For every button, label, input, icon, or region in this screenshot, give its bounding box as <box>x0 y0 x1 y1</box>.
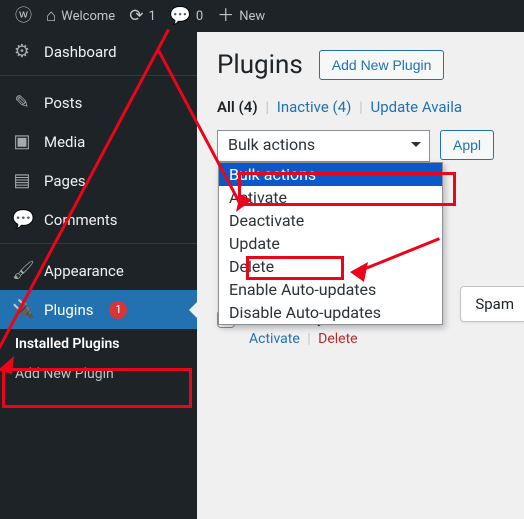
sidebar-sub-installed-plugins[interactable]: Installed Plugins <box>0 329 197 359</box>
page-title: Plugins <box>217 50 303 80</box>
plugin-delete-link[interactable]: Delete <box>318 331 357 347</box>
sidebar-item-label: Appearance <box>44 262 124 280</box>
sidebar-item-label: Pages <box>44 172 86 190</box>
sidebar-item-posts[interactable]: ✎ Posts <box>0 83 197 122</box>
separator <box>0 75 197 83</box>
sidebar-item-label: Posts <box>44 94 82 112</box>
comment-icon: 💬 <box>170 8 191 25</box>
updates-indicator[interactable]: ⟳ 1 <box>122 0 163 32</box>
wp-logo[interactable]: ⓦ <box>8 0 39 32</box>
bulk-option-enable-auto-updates[interactable]: Enable Auto-updates <box>219 278 442 301</box>
bulk-option-activate[interactable]: Activate <box>219 186 442 209</box>
filter-inactive[interactable]: Inactive (4) <box>277 98 352 116</box>
bulk-option-delete[interactable]: Delete <box>219 255 442 278</box>
pages-icon: ▤ <box>12 170 32 191</box>
pin-icon: ✎ <box>12 92 32 113</box>
sidebar-item-appearance[interactable]: 🖌 Appearance <box>0 251 197 290</box>
dashboard-icon: ⚙ <box>12 41 32 62</box>
sidebar-item-label: Plugins <box>44 301 93 319</box>
sidebar-item-media[interactable]: ▣ Media <box>0 122 197 161</box>
refresh-icon: ⟳ <box>129 8 143 25</box>
comments-icon: 💬 <box>12 209 32 230</box>
site-name: Welcome <box>61 9 115 24</box>
sidebar-item-comments[interactable]: 💬 Comments <box>0 200 197 239</box>
comments-count: 0 <box>196 9 203 24</box>
wordpress-icon: ⓦ <box>15 8 32 25</box>
sidebar-item-label: Media <box>44 133 85 151</box>
new-label: New <box>239 9 265 24</box>
comments-indicator[interactable]: 💬 0 <box>163 0 210 32</box>
bulk-option-deactivate[interactable]: Deactivate <box>219 209 442 232</box>
update-badge: 1 <box>109 301 127 319</box>
sidebar-item-pages[interactable]: ▤ Pages <box>0 161 197 200</box>
plus-icon: ＋ <box>217 8 234 25</box>
bulk-option-bulk-actions[interactable]: Bulk actions <box>219 163 442 186</box>
bulk-actions-dropdown: Bulk actions Activate Deactivate Update … <box>218 162 443 325</box>
plugin-row-actions: Activate | Delete <box>249 331 358 347</box>
main-content: Plugins Add New Plugin All (4) | Inactiv… <box>197 32 524 519</box>
bulk-actions-wrap: Bulk actions Bulk actions Activate Deact… <box>217 130 430 162</box>
admin-sidebar: ⚙ Dashboard ✎ Posts ▣ Media ▤ Pages 💬 Co… <box>0 32 197 519</box>
plug-icon: 🔌 <box>12 299 32 320</box>
sidebar-item-label: Dashboard <box>44 43 117 61</box>
home-icon: ⌂ <box>46 8 56 25</box>
apply-button[interactable]: Appl <box>440 130 494 160</box>
plugin-filter-links: All (4) | Inactive (4) | Update Availa <box>217 98 524 116</box>
site-home[interactable]: ⌂ Welcome <box>39 0 122 32</box>
sidebar-sub-add-new-plugin[interactable]: Add New Plugin <box>0 359 197 389</box>
brush-icon: 🖌 <box>12 260 32 281</box>
updates-count: 1 <box>148 9 155 24</box>
admin-toolbar: ⓦ ⌂ Welcome ⟳ 1 💬 0 ＋ New <box>0 0 524 32</box>
bulk-actions-select[interactable]: Bulk actions <box>217 130 430 162</box>
sidebar-item-plugins[interactable]: 🔌 Plugins 1 <box>0 290 197 329</box>
sidebar-item-dashboard[interactable]: ⚙ Dashboard <box>0 32 197 71</box>
sidebar-item-label: Comments <box>44 211 118 229</box>
add-new-plugin-button[interactable]: Add New Plugin <box>319 50 445 80</box>
filter-update-available[interactable]: Update Availa <box>370 98 462 116</box>
bulk-option-update[interactable]: Update <box>219 232 442 255</box>
plugin-activate-link[interactable]: Activate <box>249 331 300 347</box>
filter-all[interactable]: All (4) <box>217 98 258 116</box>
bulk-option-disable-auto-updates[interactable]: Disable Auto-updates <box>219 301 442 324</box>
new-content[interactable]: ＋ New <box>210 0 272 32</box>
media-icon: ▣ <box>12 131 32 152</box>
spam-notice: Spam <box>460 286 524 322</box>
separator <box>0 243 197 251</box>
